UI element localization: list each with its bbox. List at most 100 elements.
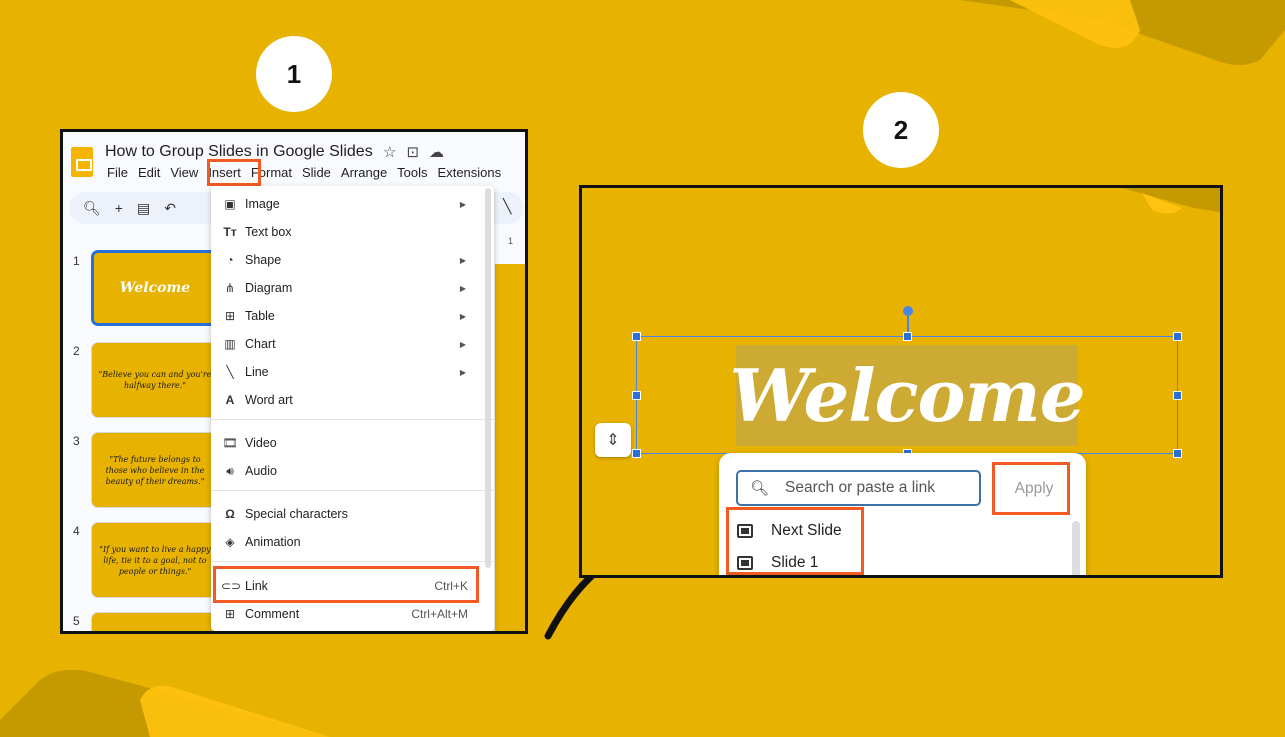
menu-item-shape[interactable]: ◔ Shape ▶ xyxy=(211,247,494,273)
search-menus-icon[interactable]: 🔍︎ xyxy=(83,200,101,217)
slide-thumb-1[interactable]: Welcome xyxy=(91,250,219,326)
google-slides-insert-menu-panel: How to Group Slides in Google Slides ☆ ⊡… xyxy=(60,129,528,634)
undo-icon[interactable]: ↶ xyxy=(164,200,176,217)
diagram-icon: ⋔ xyxy=(224,281,236,295)
resize-handle[interactable] xyxy=(903,332,912,341)
menu-item-label: Line xyxy=(245,365,269,379)
resize-handle[interactable] xyxy=(1173,391,1182,400)
line-icon: ╲ xyxy=(226,365,234,379)
slide-thumb-text: "Believe you can and you're halfway ther… xyxy=(98,370,212,390)
audio-icon: 🔊︎ xyxy=(226,463,234,478)
slide-number: 2 xyxy=(73,344,80,358)
slide-number: 5 xyxy=(73,614,80,628)
slide-thumb-4[interactable]: "If you want to live a happy life, tie i… xyxy=(91,522,219,598)
menu-item-animation[interactable]: ◈ Animation xyxy=(211,529,494,555)
submenu-arrow-icon: ▶ xyxy=(459,367,466,377)
menu-slide[interactable]: Slide xyxy=(297,165,336,180)
line-tool-icon[interactable]: ╲ xyxy=(503,198,511,215)
menu-item-diagram[interactable]: ⋔ Diagram ▶ xyxy=(211,275,494,301)
canvas-edge xyxy=(495,264,525,631)
video-icon: 🎞︎ xyxy=(222,436,238,450)
slide-number: 1 xyxy=(73,254,80,268)
menu-item-special-characters[interactable]: Ω Special characters xyxy=(211,501,494,527)
star-icon[interactable]: ☆ xyxy=(383,143,396,161)
chart-icon: ▥ xyxy=(224,337,236,351)
resize-handle[interactable] xyxy=(632,391,641,400)
menu-item-label: Animation xyxy=(245,535,301,549)
slide-number: 3 xyxy=(73,434,80,448)
menu-divider xyxy=(211,561,494,562)
menu-item-text-box[interactable]: Tт Text box xyxy=(211,219,494,245)
menu-item-label: Word art xyxy=(245,393,293,407)
slide-thumb-text: Welcome xyxy=(119,279,191,296)
menu-item-video[interactable]: 🎞︎ Video xyxy=(211,430,494,456)
menu-extensions[interactable]: Extensions xyxy=(433,165,507,180)
insert-menu: ▣ Image ▶ Tт Text box ◔ Shape ▶ ⋔ Diagram ▶ ⊞ Ta… xyxy=(211,186,494,631)
menu-view[interactable]: View xyxy=(165,165,203,180)
slides-logo-icon xyxy=(71,147,93,177)
menu-item-label: Special characters xyxy=(245,507,348,521)
layout-icon[interactable]: ▤ xyxy=(137,200,150,217)
word-art-icon: A xyxy=(225,393,235,407)
selection-box[interactable] xyxy=(636,336,1178,454)
menu-item-label: Audio xyxy=(245,464,277,478)
submenu-arrow-icon: ▶ xyxy=(459,339,466,349)
resize-handle[interactable] xyxy=(632,332,641,341)
resize-handle[interactable] xyxy=(1173,449,1182,458)
shortcut-label: Ctrl+Alt+M xyxy=(411,607,468,621)
shape-icon: ◔ xyxy=(226,253,234,267)
step-2-badge: 2 xyxy=(863,92,939,168)
menu-item-label: Text box xyxy=(245,225,292,239)
menubar: File Edit View Insert Format Slide Arran… xyxy=(105,165,506,180)
link-search-input[interactable] xyxy=(785,479,976,497)
submenu-arrow-icon: ▶ xyxy=(459,255,466,265)
slide-thumb-2[interactable]: "Believe you can and you're halfway ther… xyxy=(91,342,219,418)
vertical-align-icon[interactable]: ⇕ xyxy=(595,423,631,457)
link-search-field[interactable]: 🔍︎ xyxy=(736,470,981,506)
slide-thumb-5[interactable] xyxy=(91,612,219,631)
slide-thumb-text: "If you want to live a happy life, tie i… xyxy=(99,544,211,576)
search-icon: 🔍︎ xyxy=(750,480,770,497)
move-folder-icon[interactable]: ⊡ xyxy=(406,143,419,161)
popup-scrollbar[interactable] xyxy=(1072,521,1080,575)
omega-icon: Ω xyxy=(225,507,235,521)
slide-thumb-3[interactable]: "The future belongs to those who believe… xyxy=(91,432,219,508)
link-highlight-box xyxy=(213,566,479,603)
apply-highlight-box xyxy=(992,462,1070,515)
menu-item-label: Table xyxy=(245,309,275,323)
menu-item-label: Chart xyxy=(245,337,276,351)
menu-item-audio[interactable]: 🔊︎ Audio xyxy=(211,458,494,484)
menu-edit[interactable]: Edit xyxy=(133,165,165,180)
animation-icon: ◈ xyxy=(225,535,235,549)
menu-item-word-art[interactable]: A Word art xyxy=(211,387,494,413)
menu-item-image[interactable]: ▣ Image ▶ xyxy=(211,191,494,217)
submenu-arrow-icon: ▶ xyxy=(459,199,466,209)
menu-tools[interactable]: Tools xyxy=(392,165,432,180)
cloud-status-icon[interactable]: ☁ xyxy=(429,143,444,161)
menu-item-label: Diagram xyxy=(245,281,293,295)
submenu-arrow-icon: ▶ xyxy=(459,311,466,321)
menu-item-chart[interactable]: ▥ Chart ▶ xyxy=(211,331,494,357)
menu-item-table[interactable]: ⊞ Table ▶ xyxy=(211,303,494,329)
menu-scrollbar[interactable] xyxy=(485,188,491,568)
menu-item-comment[interactable]: ⊞ Comment Ctrl+Alt+M xyxy=(211,601,494,627)
menu-item-line[interactable]: ╲ Line ▶ xyxy=(211,359,494,385)
resize-handle[interactable] xyxy=(1173,332,1182,341)
text-box-icon: Tт xyxy=(223,225,237,239)
slide-number: 4 xyxy=(73,524,80,538)
menu-item-label: Comment xyxy=(245,607,300,621)
resize-handle[interactable] xyxy=(632,449,641,458)
step-1-badge: 1 xyxy=(256,36,332,112)
insert-highlight-box xyxy=(207,159,261,186)
slides-window: How to Group Slides in Google Slides ☆ ⊡… xyxy=(63,132,525,631)
menu-divider xyxy=(211,419,494,420)
comment-icon: ⊞ xyxy=(224,607,236,621)
menu-divider xyxy=(211,490,494,491)
title-icons: ☆ ⊡ ☁ xyxy=(383,143,444,161)
rotate-handle[interactable] xyxy=(903,306,913,316)
menu-arrange[interactable]: Arrange xyxy=(336,165,392,180)
new-slide-icon[interactable]: + xyxy=(115,200,123,216)
menu-file[interactable]: File xyxy=(105,165,133,180)
suggestions-highlight-box xyxy=(726,507,864,575)
table-icon: ⊞ xyxy=(224,309,236,323)
